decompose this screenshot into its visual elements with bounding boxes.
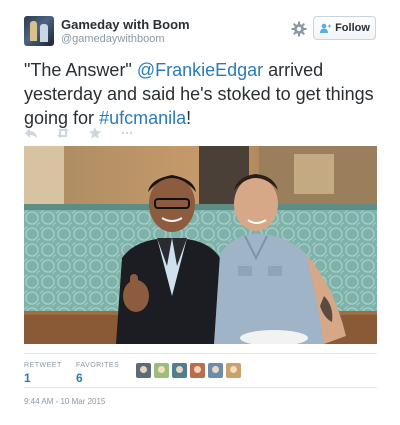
gear-icon[interactable] — [291, 21, 307, 37]
tweet-photo[interactable] — [24, 146, 377, 344]
photo-scene — [24, 146, 377, 344]
favoriter-avatar[interactable] — [136, 363, 151, 378]
favoriter-avatar[interactable] — [226, 363, 241, 378]
divider — [24, 353, 377, 354]
tweet-timestamp[interactable]: 9:44 AM - 10 Mar 2015 — [24, 397, 105, 406]
add-user-icon — [320, 23, 332, 33]
avatar-figure — [30, 21, 37, 41]
tweet-card: Gameday with Boom @gamedaywithboom Follo… — [0, 0, 400, 425]
favoriter-avatar[interactable] — [172, 363, 187, 378]
tweet-text-part: "The Answer" — [24, 60, 137, 80]
favorites-label: FAVORITES — [76, 362, 120, 369]
retweets-label: RETWEET — [24, 362, 62, 369]
avatar-figure — [40, 24, 48, 42]
mention-link[interactable]: @FrankieEdgar — [137, 60, 263, 80]
star-icon[interactable] — [88, 126, 102, 140]
favorites-count[interactable]: 6 — [76, 371, 83, 385]
profile-avatar[interactable] — [24, 16, 54, 46]
more-icon[interactable] — [120, 126, 134, 140]
follow-button[interactable]: Follow — [313, 16, 376, 40]
reply-icon[interactable] — [24, 126, 38, 140]
retweets-count[interactable]: 1 — [24, 371, 31, 385]
display-name[interactable]: Gameday with Boom — [61, 17, 190, 32]
favoriter-avatar[interactable] — [154, 363, 169, 378]
retweet-icon[interactable] — [56, 126, 70, 140]
tweet-actions — [24, 125, 134, 141]
favoriter-avatar[interactable] — [208, 363, 223, 378]
tweet-text: "The Answer" @FrankieEdgar arrived yeste… — [24, 58, 378, 130]
user-handle[interactable]: @gamedaywithboom — [61, 33, 165, 45]
tweet-text-part: ! — [186, 108, 192, 128]
follow-label: Follow — [335, 22, 370, 34]
favoriter-avatars — [136, 363, 241, 378]
favoriter-avatar[interactable] — [190, 363, 205, 378]
divider — [24, 387, 377, 388]
